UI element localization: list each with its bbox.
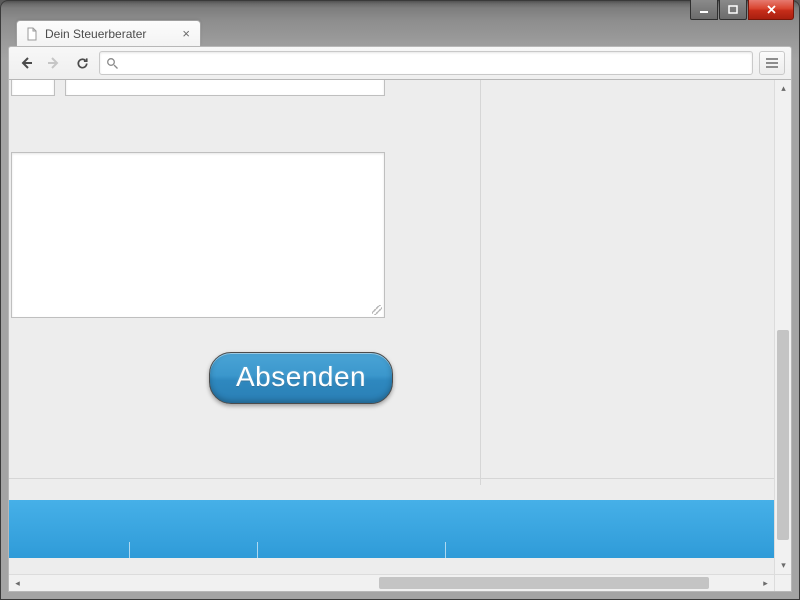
contact-form: Absenden [9, 80, 481, 485]
window-minimize-button[interactable] [690, 0, 718, 20]
submit-button[interactable]: Absenden [209, 352, 393, 404]
nav-forward-button[interactable] [43, 52, 65, 74]
minimize-icon [699, 5, 709, 15]
footer-separator [257, 542, 258, 558]
window-frame: Dein Steuerberater × Absenden [0, 0, 800, 600]
page-icon [25, 27, 39, 41]
message-textarea[interactable] [11, 152, 385, 318]
form-label-fragment [11, 80, 55, 96]
nav-back-button[interactable] [15, 52, 37, 74]
window-maximize-button[interactable] [719, 0, 747, 20]
page-footer [9, 500, 789, 558]
text-input[interactable] [65, 80, 385, 96]
footer-separator [445, 542, 446, 558]
close-icon [766, 4, 777, 15]
page-viewport: Absenden ▴ ▾ ◂ ▸ [8, 80, 792, 592]
divider [9, 478, 791, 479]
hamburger-icon [765, 57, 779, 69]
arrow-left-icon [18, 55, 34, 71]
browser-tab[interactable]: Dein Steuerberater × [16, 20, 201, 46]
address-bar[interactable] [99, 51, 753, 75]
reload-icon [75, 56, 90, 71]
footer-separator [129, 542, 130, 558]
browser-menu-button[interactable] [759, 51, 785, 75]
tab-close-button[interactable]: × [180, 26, 192, 41]
horizontal-scroll-thumb[interactable] [379, 577, 709, 589]
scroll-up-button[interactable]: ▴ [775, 80, 792, 97]
search-icon [106, 57, 119, 70]
vertical-scroll-thumb[interactable] [777, 330, 789, 540]
scroll-right-button[interactable]: ▸ [757, 575, 774, 592]
window-titlebar [689, 0, 800, 22]
browser-toolbar [8, 46, 792, 80]
maximize-icon [728, 5, 738, 15]
tab-title: Dein Steuerberater [45, 27, 146, 41]
scroll-left-button[interactable]: ◂ [9, 575, 26, 592]
vertical-scrollbar[interactable]: ▴ ▾ [774, 80, 791, 574]
arrow-right-icon [46, 55, 62, 71]
tab-strip: Dein Steuerberater × [10, 20, 790, 46]
nav-reload-button[interactable] [71, 52, 93, 74]
address-input[interactable] [125, 56, 746, 71]
window-close-button[interactable] [748, 0, 794, 20]
horizontal-scrollbar[interactable]: ◂ ▸ [9, 574, 774, 591]
scroll-down-button[interactable]: ▾ [775, 557, 792, 574]
scroll-corner [774, 574, 791, 591]
page-content: Absenden [9, 80, 791, 591]
